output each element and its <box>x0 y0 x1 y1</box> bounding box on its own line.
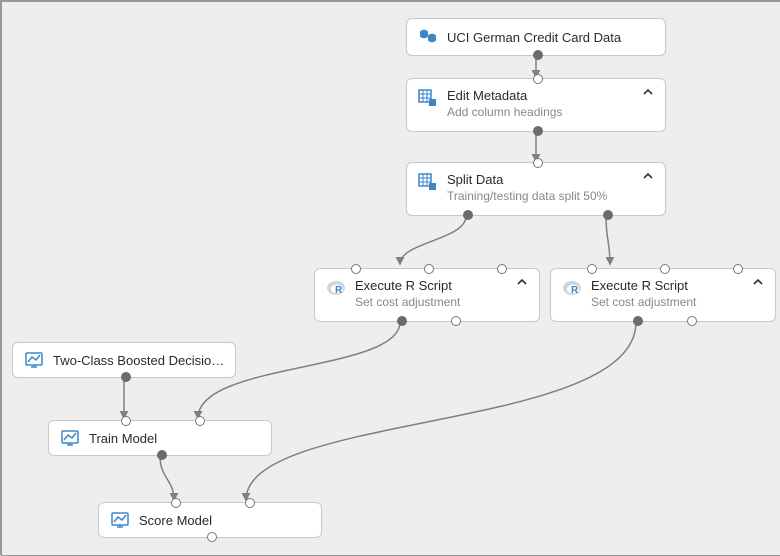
r-script-icon: R <box>325 277 347 299</box>
output-port-2[interactable] <box>687 316 697 326</box>
node-title: Split Data <box>447 171 635 188</box>
node-subtitle: Set cost adjustment <box>591 295 745 310</box>
pipeline-canvas: UCI German Credit Card Data Edit Metadat… <box>2 2 780 555</box>
node-subtitle: Set cost adjustment <box>355 295 509 310</box>
node-score-model[interactable]: Score Model <box>98 502 322 538</box>
node-title: Execute R Script <box>591 277 745 294</box>
input-port-2[interactable] <box>245 498 255 508</box>
input-port-3[interactable] <box>497 264 507 274</box>
chevron-up-icon[interactable] <box>751 277 765 287</box>
model-icon <box>59 427 81 449</box>
node-title: Score Model <box>139 512 311 529</box>
node-edit-metadata[interactable]: Edit Metadata Add column headings <box>406 78 666 132</box>
input-port-1[interactable] <box>171 498 181 508</box>
output-port[interactable] <box>121 372 131 382</box>
input-port-3[interactable] <box>733 264 743 274</box>
svg-text:R: R <box>571 285 579 296</box>
node-title: UCI German Credit Card Data <box>447 29 655 46</box>
input-port-2[interactable] <box>660 264 670 274</box>
dataset-icon <box>417 26 439 48</box>
node-subtitle: Add column headings <box>447 105 635 120</box>
output-port-1[interactable] <box>463 210 473 220</box>
output-port[interactable] <box>157 450 167 460</box>
chevron-up-icon[interactable] <box>641 171 655 181</box>
node-subtitle: Training/testing data split 50% <box>447 189 635 204</box>
grid-split-icon <box>417 171 439 193</box>
input-port[interactable] <box>533 158 543 168</box>
output-port[interactable] <box>533 126 543 136</box>
node-uci-german-credit[interactable]: UCI German Credit Card Data <box>406 18 666 56</box>
node-execute-r-script-2[interactable]: R Execute R Script Set cost adjustment <box>550 268 776 322</box>
node-execute-r-script-1[interactable]: R Execute R Script Set cost adjustment <box>314 268 540 322</box>
chevron-up-icon[interactable] <box>515 277 529 287</box>
node-train-model[interactable]: Train Model <box>48 420 272 456</box>
node-split-data[interactable]: Split Data Training/testing data split 5… <box>406 162 666 216</box>
input-port-1[interactable] <box>351 264 361 274</box>
model-icon <box>109 509 131 531</box>
model-icon <box>23 349 45 371</box>
node-two-class-boosted-decision[interactable]: Two-Class Boosted Decision... <box>12 342 236 378</box>
output-port-2[interactable] <box>603 210 613 220</box>
output-port-1[interactable] <box>397 316 407 326</box>
output-port-1[interactable] <box>633 316 643 326</box>
chevron-up-icon[interactable] <box>641 87 655 97</box>
input-port-1[interactable] <box>121 416 131 426</box>
output-port[interactable] <box>207 532 217 542</box>
input-port-1[interactable] <box>587 264 597 274</box>
grid-edit-icon <box>417 87 439 109</box>
node-title: Two-Class Boosted Decision... <box>53 352 225 369</box>
r-script-icon: R <box>561 277 583 299</box>
output-port-2[interactable] <box>451 316 461 326</box>
node-title: Train Model <box>89 430 261 447</box>
node-title: Execute R Script <box>355 277 509 294</box>
output-port[interactable] <box>533 50 543 60</box>
svg-text:R: R <box>335 285 343 296</box>
input-port-2[interactable] <box>195 416 205 426</box>
input-port[interactable] <box>533 74 543 84</box>
node-title: Edit Metadata <box>447 87 635 104</box>
input-port-2[interactable] <box>424 264 434 274</box>
